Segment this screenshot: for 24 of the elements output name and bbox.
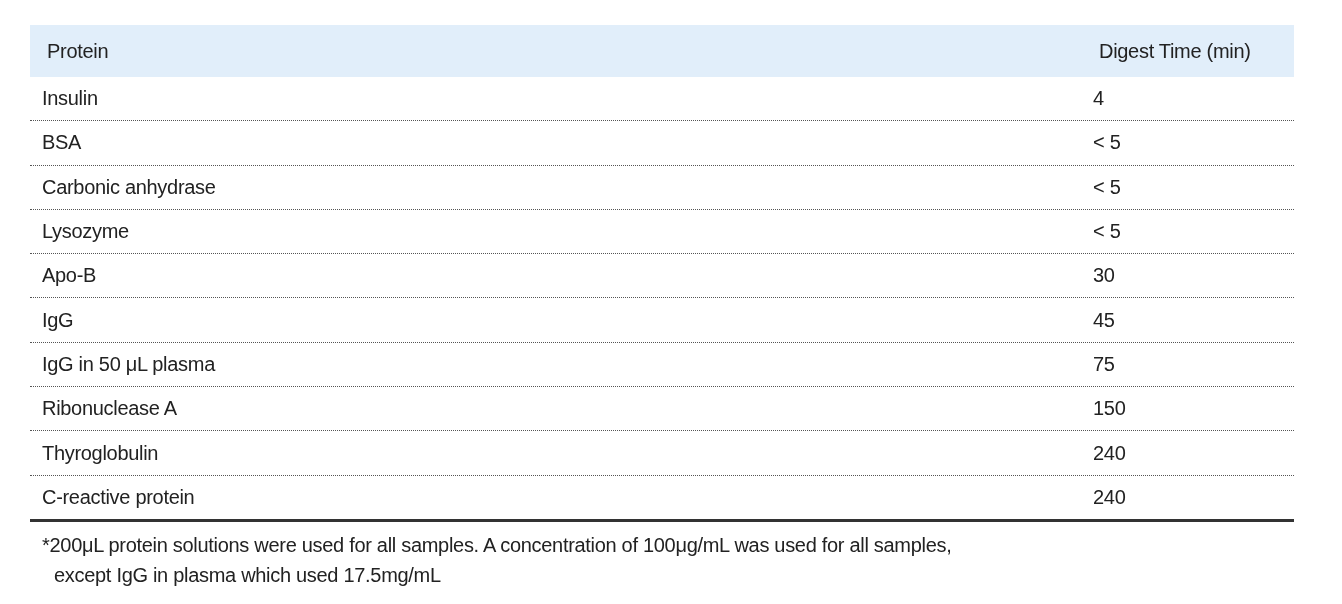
table-cell-text: Lysozyme xyxy=(41,220,130,244)
table-cell-text: IgG xyxy=(41,308,75,332)
table-cell-text: < 5 xyxy=(1093,220,1122,244)
table-cell-text: < 5 xyxy=(1093,175,1122,199)
table-cell-text: 240 xyxy=(1093,485,1127,509)
table-cell-text: Ribonuclease A xyxy=(41,397,178,421)
footnote: except IgG in plasma which used 17.5mg/mL xyxy=(53,562,442,588)
table-cell-text: BSA xyxy=(41,131,83,155)
table-cell-text: 30 xyxy=(1093,264,1116,288)
table-cell-text: Carbonic anhydrase xyxy=(41,175,217,199)
footnote: *200μL protein solutions were used for all samples. A concentration of 100μg/mL was used for all samples, xyxy=(41,532,953,558)
table-cell-text: < 5 xyxy=(1093,131,1122,155)
column-header: Digest Time (min) xyxy=(1099,39,1252,63)
table-cell-text: IgG in 50 μL plasma xyxy=(41,352,217,376)
column-header: Protein xyxy=(46,39,110,63)
table-cell-text: Apo-B xyxy=(41,264,98,288)
table-cell-text: Insulin xyxy=(41,87,99,111)
table-cell-text: 4 xyxy=(1093,87,1105,111)
table-cell-text: C-reactive protein xyxy=(41,485,196,509)
table-cell-text: Thyroglobulin xyxy=(41,441,160,465)
table-cell-text: 75 xyxy=(1093,352,1116,376)
table-cell-text: 150 xyxy=(1093,397,1127,421)
table-cell-text: 45 xyxy=(1093,308,1116,332)
table-cell-text: 240 xyxy=(1093,441,1127,465)
